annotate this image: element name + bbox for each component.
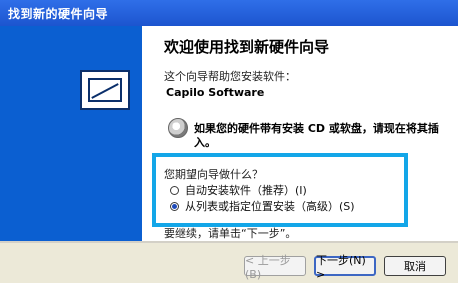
page-title: 欢迎使用找到新硬件向导 xyxy=(164,38,330,56)
title-bar[interactable]: 找到新的硬件向导 xyxy=(0,0,458,26)
intro-text: 这个向导帮助您安装软件： xyxy=(164,70,296,83)
found-new-hardware-wizard-window: 找到新的硬件向导 欢迎使用找到新硬件向导 这个向导帮助您安装软件： Capilo… xyxy=(0,0,458,283)
window-title: 找到新的硬件向导 xyxy=(8,7,109,21)
hardware-wizard-icon xyxy=(80,70,130,110)
next-button[interactable]: 下一步(N) > xyxy=(314,254,376,281)
cd-prompt-text: 如果您的硬件带有安装 CD 或软盘，请现在将其插入。 xyxy=(194,122,439,149)
options-highlight-box xyxy=(152,153,408,227)
product-name: Capilo Software xyxy=(166,86,265,99)
wizard-buttons: < 上一步(B) 下一步(N) > 取消 xyxy=(244,254,446,281)
back-button[interactable]: < 上一步(B) xyxy=(244,254,306,281)
cancel-button[interactable]: 取消 xyxy=(384,256,446,276)
wizard-side-panel xyxy=(0,26,142,241)
continue-instruction: 要继续，请单击“下一步”。 xyxy=(164,227,297,240)
footer-divider xyxy=(0,241,458,243)
cd-disc-icon xyxy=(168,118,188,138)
